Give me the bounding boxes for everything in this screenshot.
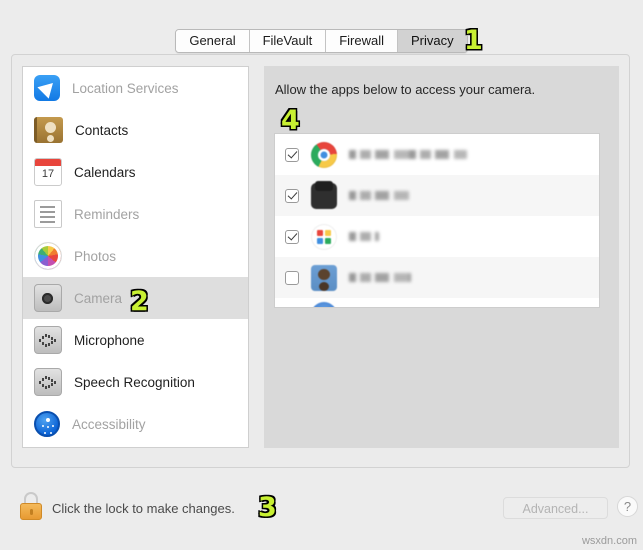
sidebar-item-label: Microphone [74,332,145,348]
calendar-icon [34,158,62,186]
sidebar-item-microphone[interactable]: Microphone [23,319,248,361]
sidebar-item-label: Reminders [74,206,140,222]
reminders-list-icon [34,200,62,228]
camera-icon [34,284,62,312]
table-row[interactable] [275,257,599,298]
app-name-redacted [349,191,409,200]
annotation-2: 2 [129,286,150,317]
sidebar-item-label: Camera [74,290,123,306]
slack-icon [311,223,337,250]
annotation-4: 4 [280,105,301,136]
sidebar-item-label: Contacts [75,122,129,138]
app-name-redacted [349,232,379,241]
contacts-book-icon [34,117,63,143]
sidebar-item-location-services[interactable]: Location Services [23,67,248,109]
allow-description: Allow the apps below to access your came… [275,82,536,97]
sidebar-item-label: Photos [74,248,117,264]
app-checkbox[interactable] [285,229,299,244]
padlock-body [20,503,42,520]
photos-pinwheel-icon [34,242,62,270]
help-button[interactable]: ? [617,496,638,517]
sidebar-item-label: Location Services [72,80,179,96]
sidebar-item-reminders[interactable]: Reminders [23,193,248,235]
tab-privacy[interactable]: Privacy [398,30,467,52]
privacy-category-list[interactable]: Location Services Contacts Calendars Rem… [22,66,249,448]
table-row[interactable] [275,298,599,307]
annotation-1: 1 [463,25,484,56]
person-photo-icon [311,264,337,291]
location-arrow-icon [34,75,60,101]
tab-general[interactable]: General [176,30,250,52]
camera-permissions-pane: Allow the apps below to access your came… [264,66,619,448]
lock-button[interactable] [20,492,42,520]
table-row[interactable] [275,175,599,216]
tab-bar: General FileVault Firewall Privacy [0,29,643,53]
accessibility-icon [34,411,60,437]
chrome-icon [311,141,337,168]
app-name-redacted [349,150,467,159]
advanced-button[interactable]: Advanced... [503,497,608,519]
dark-app-icon [311,180,337,209]
annotation-3: 3 [257,492,278,523]
speech-wave-icon [34,368,62,396]
sidebar-item-label: Speech Recognition [74,374,195,390]
app-checkbox[interactable] [285,188,299,203]
tab-firewall[interactable]: Firewall [326,30,399,52]
sidebar-item-label: Accessibility [72,416,146,432]
sidebar-item-speech-recognition[interactable]: Speech Recognition [23,361,248,403]
lock-hint-text: Click the lock to make changes. [52,501,235,516]
table-row[interactable] [275,216,599,257]
sidebar-item-photos[interactable]: Photos [23,235,248,277]
app-permission-list[interactable] [274,133,600,308]
sidebar-item-label: Calendars [74,164,136,180]
microphone-wave-icon [34,326,62,354]
app-checkbox[interactable] [285,147,299,162]
sidebar-item-calendars[interactable]: Calendars [23,151,248,193]
tab-filevault[interactable]: FileVault [249,30,327,52]
watermark: wsxdn.com [581,535,637,547]
sidebar-item-accessibility[interactable]: Accessibility [23,403,248,445]
blue-app-icon [311,302,337,307]
sidebar-item-contacts[interactable]: Contacts [23,109,248,151]
app-name-redacted [349,273,411,282]
tab-group: General FileVault Firewall Privacy [175,29,468,53]
table-row[interactable] [275,134,599,175]
app-checkbox[interactable] [285,270,299,285]
